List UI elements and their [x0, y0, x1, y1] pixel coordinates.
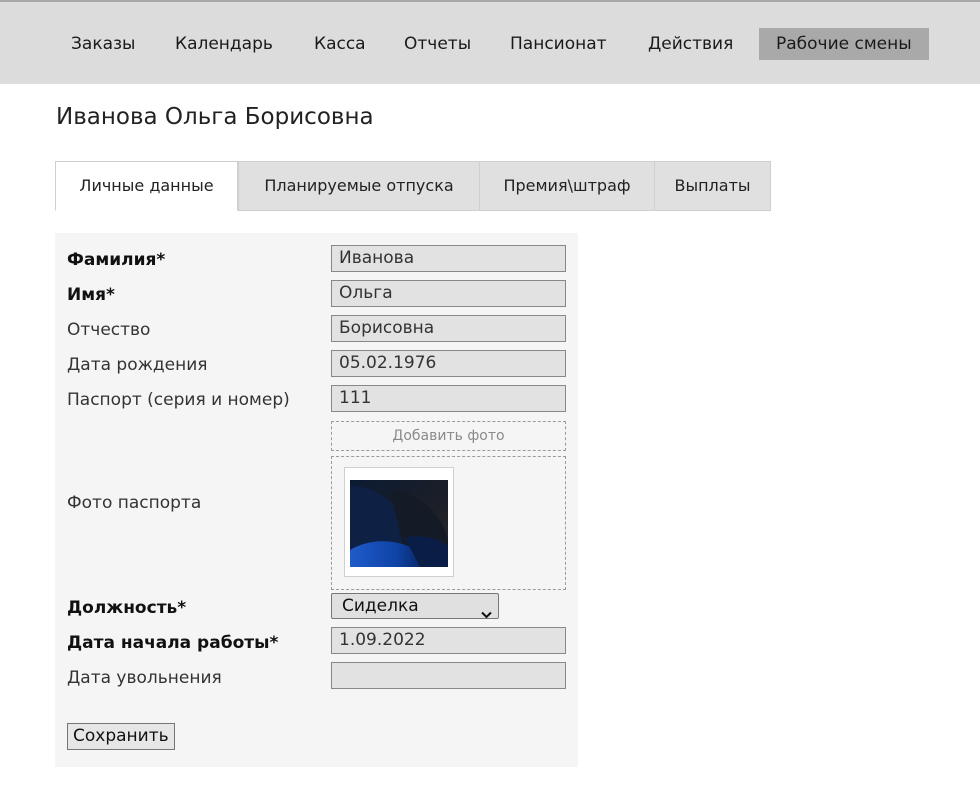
nav-calendar[interactable]: Календарь — [175, 28, 273, 60]
passport-photo-label: Фото паспорта — [67, 493, 202, 513]
position-label: Должность* — [67, 598, 187, 618]
position-select[interactable]: Сиделка — [331, 593, 499, 619]
passport-field[interactable]: 111 — [331, 385, 566, 412]
last-name-field[interactable]: Иванова — [331, 245, 566, 272]
tab-planned-vacations[interactable]: Планируемые отпуска — [238, 161, 480, 211]
passport-label: Паспорт (серия и номер) — [67, 390, 290, 410]
save-button[interactable]: Сохранить — [67, 723, 175, 750]
personal-data-form: Фамилия* Иванова Имя* Ольга Отчество Бор… — [55, 233, 578, 767]
tab-personal-data[interactable]: Личные данные — [55, 161, 238, 211]
last-name-label: Фамилия* — [67, 250, 166, 270]
passport-photo-area — [331, 456, 566, 590]
tab-payments[interactable]: Выплаты — [654, 161, 771, 211]
start-date-field[interactable]: 1.09.2022 — [331, 627, 566, 654]
page-title: Иванова Ольга Борисовна — [56, 104, 374, 130]
nav-work-shifts[interactable]: Рабочие смены — [759, 28, 929, 60]
start-date-label: Дата начала работы* — [67, 633, 279, 653]
nav-boarding-house[interactable]: Пансионат — [510, 28, 607, 60]
nav-cashbox[interactable]: Касса — [314, 28, 366, 60]
passport-photo-thumbnail[interactable] — [344, 467, 454, 577]
patronymic-label: Отчество — [67, 320, 151, 340]
first-name-field[interactable]: Ольга — [331, 280, 566, 307]
chevron-down-icon — [481, 602, 492, 619]
position-select-value: Сиделка — [342, 596, 419, 616]
nav-actions[interactable]: Действия — [648, 28, 733, 60]
first-name-label: Имя* — [67, 285, 115, 305]
add-photo-button[interactable]: Добавить фото — [331, 421, 566, 451]
end-date-field[interactable] — [331, 662, 566, 689]
photo-image — [350, 480, 448, 567]
end-date-label: Дата увольнения — [67, 668, 222, 688]
birth-date-field[interactable]: 05.02.1976 — [331, 350, 566, 377]
nav-orders[interactable]: Заказы — [71, 28, 135, 60]
patronymic-field[interactable]: Борисовна — [331, 315, 566, 342]
tab-bonus-penalty[interactable]: Премия\штраф — [479, 161, 655, 211]
birth-date-label: Дата рождения — [67, 355, 208, 375]
top-navigation: Заказы Календарь Касса Отчеты Пансионат … — [0, 0, 980, 84]
nav-reports[interactable]: Отчеты — [404, 28, 471, 60]
